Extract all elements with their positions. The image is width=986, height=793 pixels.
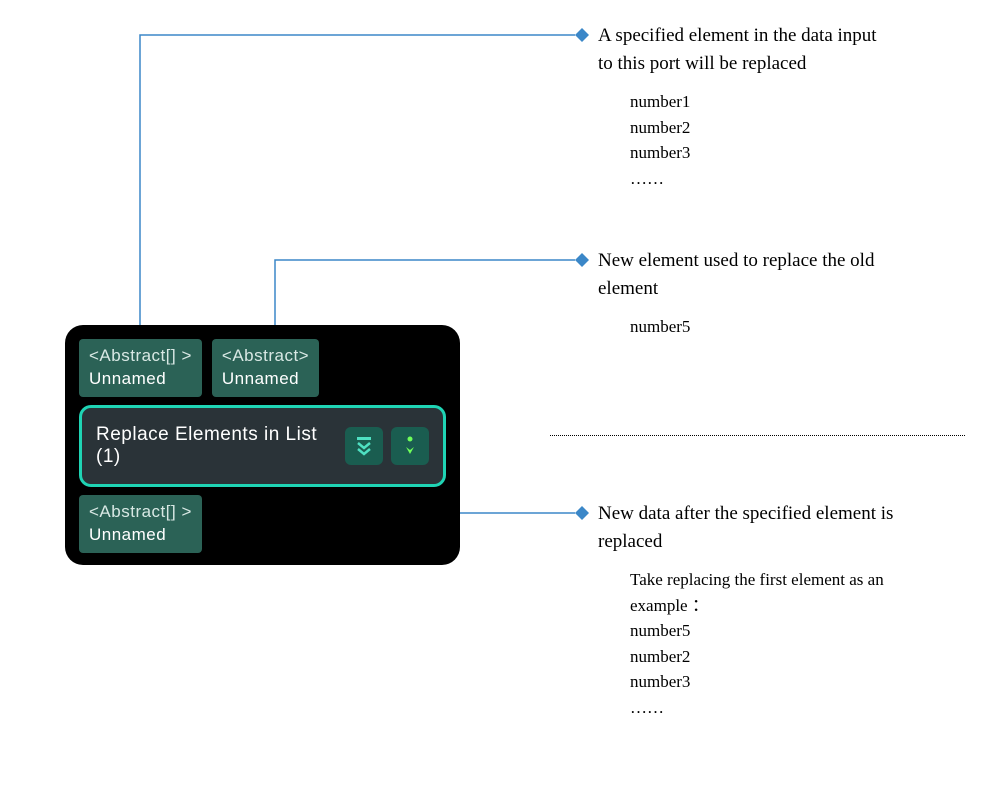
annotation-input1-item: number3 (630, 140, 878, 166)
section-divider (550, 435, 965, 436)
annotation-input1: A specified element in the data input to… (598, 22, 878, 191)
annotation-output1-item: number3 (630, 669, 918, 695)
port-type-label: <Abstract> (222, 345, 309, 368)
port-name-label: Unnamed (222, 368, 309, 391)
input-ports-row: <Abstract[] > Unnamed <Abstract> Unnamed (79, 339, 446, 397)
annotation-input1-item: …… (630, 166, 878, 192)
output-ports-row: <Abstract[] > Unnamed (79, 495, 446, 553)
port-name-label: Unnamed (89, 368, 192, 391)
annotation-output1-intro: Take replacing the first element as an e… (630, 567, 918, 618)
annotation-input2: New element used to replace the old elem… (598, 247, 898, 340)
node-buttons-group (345, 427, 429, 465)
annotation-output1-title: New data after the specified element is … (598, 500, 918, 555)
output-port-1[interactable]: <Abstract[] > Unnamed (79, 495, 202, 553)
node-body[interactable]: Replace Elements in List (1) (79, 405, 446, 487)
annotation-input1-item: number1 (630, 89, 878, 115)
annotation-input2-item: number5 (630, 314, 898, 340)
annotation-output1: New data after the specified element is … (598, 500, 918, 720)
port-type-label: <Abstract[] > (89, 501, 192, 524)
node-title: Replace Elements in List (1) (96, 424, 345, 468)
port-name-label: Unnamed (89, 524, 192, 547)
annotation-output1-item: number2 (630, 644, 918, 670)
input-port-1[interactable]: <Abstract[] > Unnamed (79, 339, 202, 397)
annotation-output1-item: …… (630, 695, 918, 721)
double-chevron-down-icon (353, 435, 375, 457)
arrow-down-icon (399, 435, 421, 457)
annotation-input1-title: A specified element in the data input to… (598, 22, 878, 77)
node-container: <Abstract[] > Unnamed <Abstract> Unnamed… (65, 325, 460, 565)
info-button[interactable] (391, 427, 429, 465)
port-type-label: <Abstract[] > (89, 345, 192, 368)
annotation-input1-item: number2 (630, 115, 878, 141)
expand-button[interactable] (345, 427, 383, 465)
annotation-input2-title: New element used to replace the old elem… (598, 247, 898, 302)
input-port-2[interactable]: <Abstract> Unnamed (212, 339, 319, 397)
annotation-output1-item: number5 (630, 618, 918, 644)
